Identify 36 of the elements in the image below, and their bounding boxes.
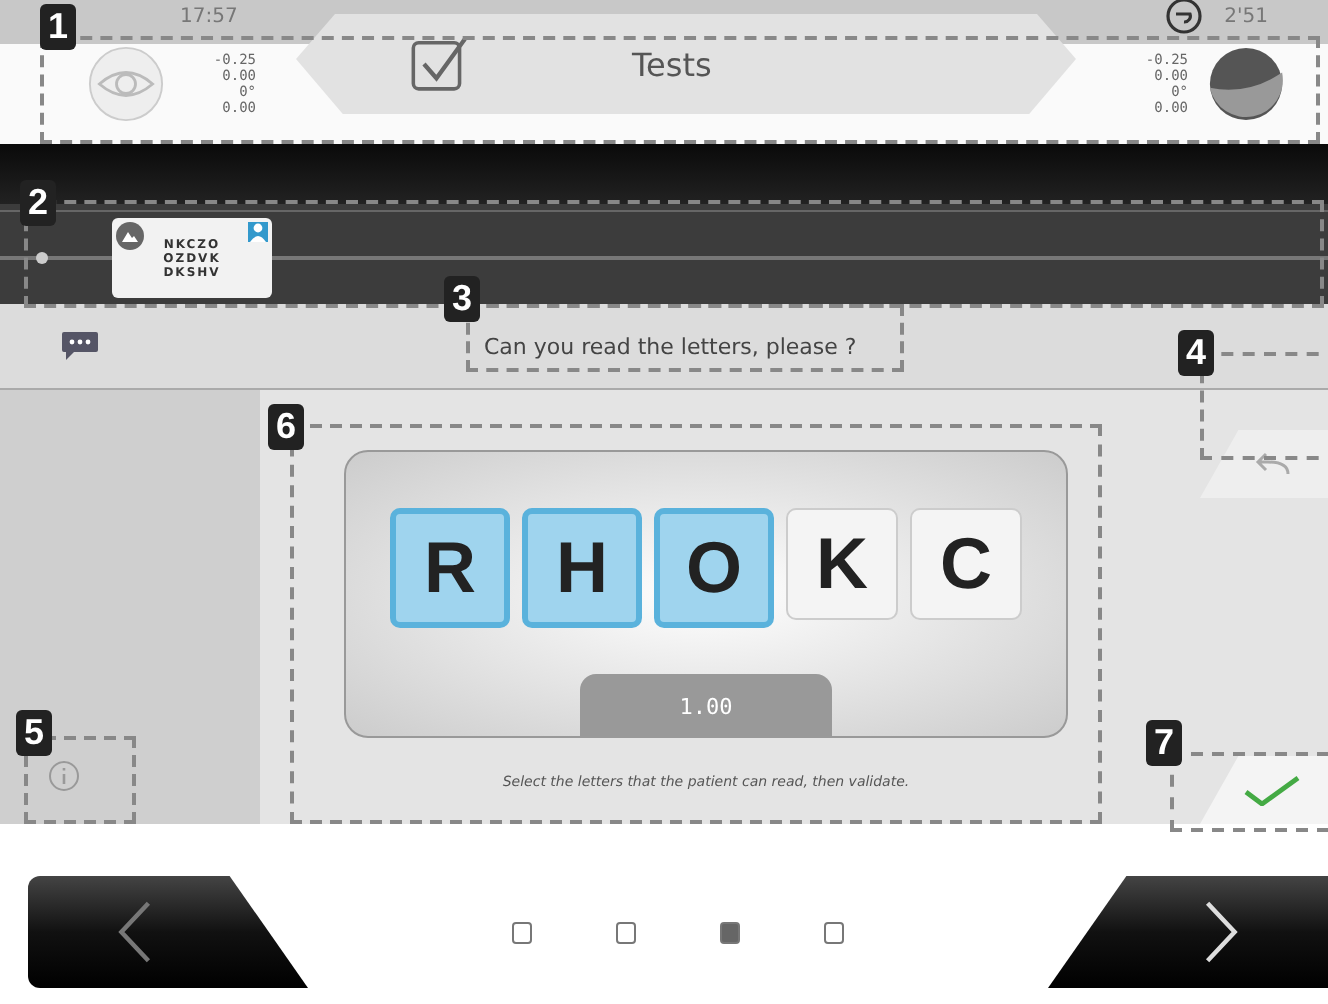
page-indicator[interactable]	[616, 921, 636, 943]
letter-key[interactable]: C	[910, 508, 1022, 620]
acuity-value: 1.00	[579, 674, 833, 736]
chat-bubble-icon	[60, 330, 100, 362]
sphere-icon	[1208, 46, 1284, 122]
sync-icon	[1164, 0, 1205, 36]
mountain-icon	[116, 222, 144, 250]
next-button[interactable]	[1048, 876, 1328, 988]
eye-icon	[88, 46, 164, 122]
page-indicator[interactable]	[720, 921, 740, 943]
letter-key[interactable]: O	[654, 508, 774, 628]
time-text: 17:57	[180, 5, 238, 27]
timer-text: 2'51	[1224, 5, 1268, 27]
person-icon	[248, 222, 268, 242]
callout-number: 4	[1178, 330, 1215, 376]
tests-tab[interactable]: Tests	[296, 14, 1076, 114]
undo-button[interactable]	[1200, 430, 1328, 498]
validate-button[interactable]	[1200, 756, 1328, 824]
letter-key[interactable]: K	[786, 508, 898, 620]
undo-arrow-icon	[1252, 452, 1292, 476]
slider-dot-icon	[36, 252, 48, 264]
callout-number: 2	[20, 180, 57, 226]
checkmark-icon	[1242, 774, 1302, 806]
page-indicator[interactable]	[824, 921, 844, 943]
callout-number: 1	[40, 4, 77, 50]
chevron-left-icon	[116, 898, 152, 966]
callout-number: 5	[16, 710, 53, 756]
page-indicator[interactable]	[512, 921, 532, 943]
question-text: Can you read the letters, please ?	[484, 333, 857, 359]
previous-button[interactable]	[28, 876, 308, 988]
letter-key[interactable]: R	[390, 508, 510, 628]
callout-number: 7	[1146, 720, 1183, 766]
letter-key[interactable]: H	[522, 508, 642, 628]
callout-number: 6	[268, 404, 305, 450]
chevron-right-icon	[1204, 898, 1240, 966]
callout-number: 3	[444, 276, 481, 322]
